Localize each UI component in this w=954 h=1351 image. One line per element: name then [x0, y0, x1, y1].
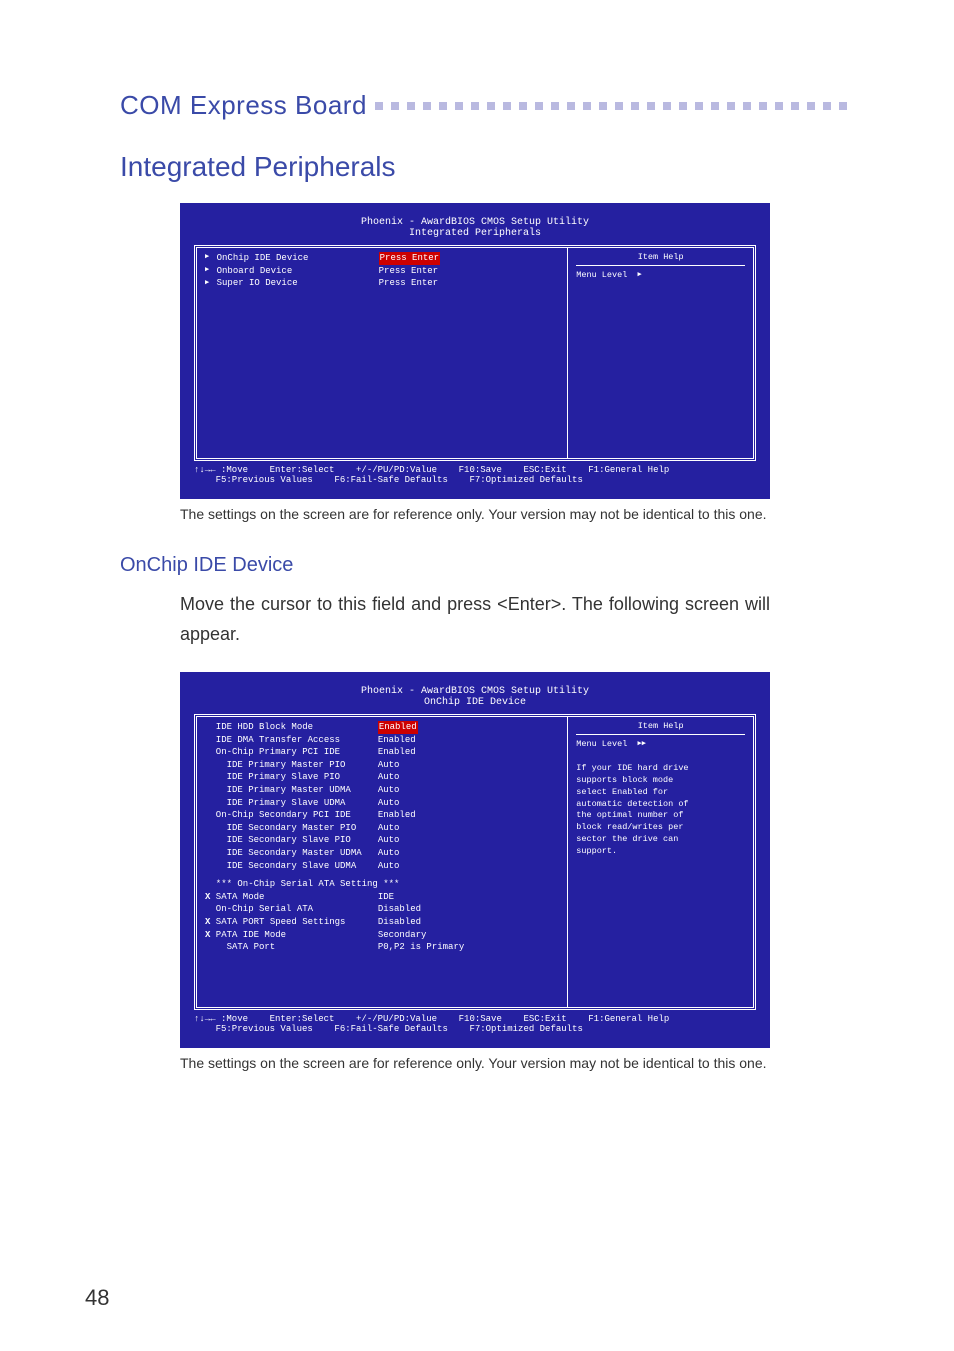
bios-menu-item: IDE Secondary Master PIO Auto: [205, 822, 559, 835]
help-title: Item Help: [576, 252, 745, 266]
help-line: automatic detection of: [576, 799, 745, 811]
subsection-title: OnChip IDE Device: [120, 554, 854, 577]
bios-screenshot-2: Phoenix - AwardBIOS CMOS Setup Utility O…: [180, 672, 770, 1048]
bios-footer-hints: ↑↓→← :Move Enter:Select +/-/PU/PD:Value …: [194, 1014, 756, 1034]
bios-menu-item: On-Chip Serial ATA Disabled: [205, 903, 559, 916]
bios-menu-item: X SATA Mode IDE: [205, 891, 559, 904]
disabled-x-icon: X: [205, 891, 210, 904]
bios-menu-item: IDE Primary Master PIO Auto: [205, 759, 559, 772]
disabled-x-icon: X: [205, 916, 210, 929]
help-line: Menu Level ▶: [576, 270, 745, 282]
bios-menu-item: *** On-Chip Serial ATA Setting ***: [205, 878, 559, 891]
bios-title: Phoenix - AwardBIOS CMOS Setup Utility O…: [194, 686, 756, 708]
bios-menu-item: IDE Secondary Slave UDMA Auto: [205, 860, 559, 873]
bios-help-panel: Item Help Menu Level ▶: [568, 248, 753, 458]
help-line: [576, 751, 745, 763]
bios-menu-item: On-Chip Secondary PCI IDE Enabled: [205, 809, 559, 822]
bios-menu-item: X SATA PORT Speed Settings Disabled: [205, 916, 559, 929]
bios-title: Phoenix - AwardBIOS CMOS Setup Utility I…: [194, 217, 756, 239]
bios-menu-item: IDE HDD Block Mode Enabled: [205, 721, 559, 734]
bios-menu-item: IDE Primary Slave UDMA Auto: [205, 797, 559, 810]
figure-caption: The settings on the screen are for refer…: [180, 505, 770, 524]
submenu-arrow-icon: ▶: [205, 279, 209, 289]
submenu-arrow-icon: ▶: [205, 266, 209, 276]
help-line: block read/writes per: [576, 822, 745, 834]
level-arrow-icon: ▶▶: [638, 740, 646, 750]
bios-menu-area: IDE HDD Block Mode Enabled IDE DMA Trans…: [197, 717, 568, 1007]
help-line: select Enabled for: [576, 787, 745, 799]
bios-menu-item: X PATA IDE Mode Secondary: [205, 929, 559, 942]
bios-menu-item: ▶ OnChip IDE Device Press Enter: [205, 252, 559, 265]
page-number: 48: [85, 1285, 109, 1311]
figure-caption: The settings on the screen are for refer…: [180, 1054, 770, 1073]
header-title: COM Express Board: [120, 90, 367, 121]
help-line: support.: [576, 846, 745, 858]
section-title: Integrated Peripherals: [120, 151, 854, 183]
help-line: Menu Level ▶▶: [576, 739, 745, 751]
chapter-header: COM Express Board: [120, 90, 854, 121]
help-line: supports block mode: [576, 775, 745, 787]
bios-menu-item: SATA Port P0,P2 is Primary: [205, 941, 559, 954]
bios-menu-item: On-Chip Primary PCI IDE Enabled: [205, 746, 559, 759]
body-paragraph: Move the cursor to this field and press …: [180, 589, 770, 650]
level-arrow-icon: ▶: [638, 271, 642, 281]
help-line: If your IDE hard drive: [576, 763, 745, 775]
bios-menu-item: IDE Secondary Slave PIO Auto: [205, 834, 559, 847]
bios-menu-item: IDE Primary Slave PIO Auto: [205, 771, 559, 784]
bios-menu-item: IDE DMA Transfer Access Enabled: [205, 734, 559, 747]
bios-menu-area: ▶ OnChip IDE Device Press Enter▶ Onboard…: [197, 248, 568, 458]
bios-menu-item: IDE Secondary Master UDMA Auto: [205, 847, 559, 860]
help-title: Item Help: [576, 721, 745, 735]
disabled-x-icon: X: [205, 929, 210, 942]
help-line: sector the drive can: [576, 834, 745, 846]
bios-help-panel: Item Help Menu Level ▶▶ If your IDE hard…: [568, 717, 753, 1007]
bios-screenshot-1: Phoenix - AwardBIOS CMOS Setup Utility I…: [180, 203, 770, 499]
decorative-dots: [375, 102, 854, 110]
submenu-arrow-icon: ▶: [205, 253, 209, 263]
bios-menu-item: ▶ Onboard Device Press Enter: [205, 265, 559, 278]
bios-footer-hints: ↑↓→← :Move Enter:Select +/-/PU/PD:Value …: [194, 465, 756, 485]
bios-menu-item: ▶ Super IO Device Press Enter: [205, 277, 559, 290]
help-line: the optimal number of: [576, 810, 745, 822]
bios-menu-item: IDE Primary Master UDMA Auto: [205, 784, 559, 797]
